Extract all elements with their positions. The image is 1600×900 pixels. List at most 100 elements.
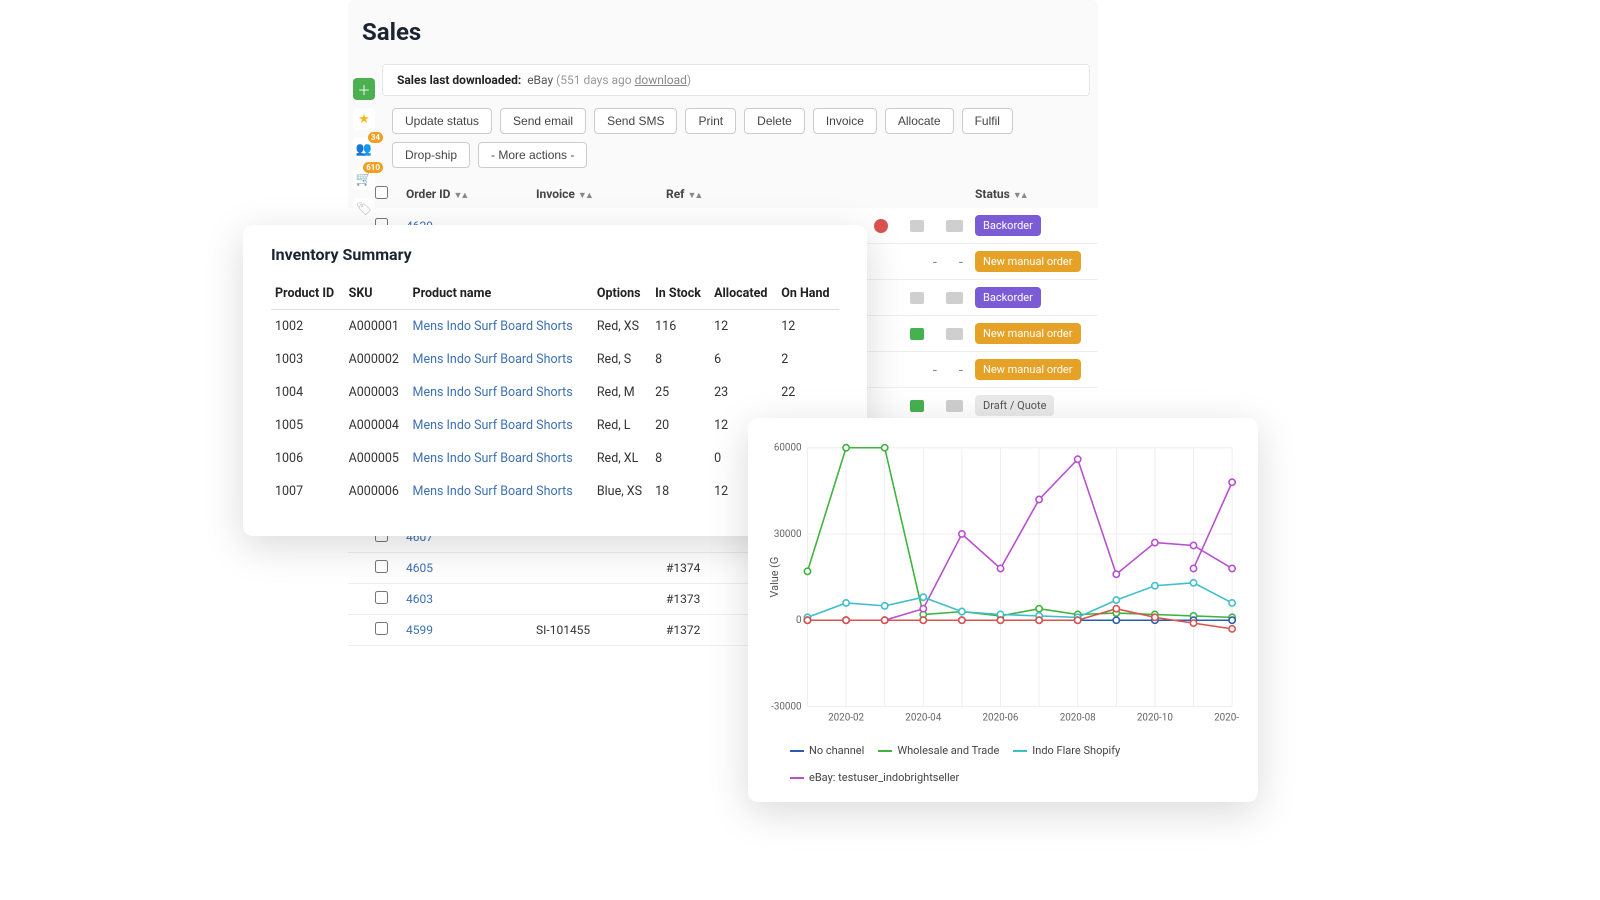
onhand-cell: 12 — [777, 310, 839, 344]
status-badge: New manual order — [975, 323, 1081, 344]
toolbar-button[interactable]: Send SMS — [594, 108, 677, 134]
alert-icon — [874, 219, 888, 233]
options-cell: Red, L — [593, 409, 651, 442]
download-link[interactable]: download — [635, 73, 687, 87]
box-icon — [910, 292, 924, 304]
legend-swatch-line — [790, 777, 804, 779]
product-link[interactable]: Mens Indo Surf Board Shorts — [413, 418, 573, 433]
legend-item[interactable]: Wholesale and Trade — [878, 744, 999, 757]
mini-sidebar: ＋ ★ 👥34 🛒610 🏷 — [349, 78, 379, 220]
product-link[interactable]: Mens Indo Surf Board Shorts — [413, 352, 573, 367]
allocated-cell: 12 — [710, 310, 777, 344]
row-checkbox[interactable] — [375, 591, 388, 604]
product-link[interactable]: Mens Indo Surf Board Shorts — [413, 319, 573, 334]
instock-cell: 18 — [651, 475, 710, 508]
svg-text:30000: 30000 — [774, 529, 802, 540]
pid-cell: 1003 — [271, 343, 345, 376]
page-title: Sales — [348, 0, 1098, 64]
legend-item[interactable]: Indo Flare Shopify — [1013, 744, 1120, 757]
svg-text:2020-10: 2020-10 — [1137, 712, 1173, 723]
instock-cell: 25 — [651, 376, 710, 409]
instock-cell: 20 — [651, 409, 710, 442]
pid-cell: 1005 — [271, 409, 345, 442]
sales-chart-card: -30000030000600002020-022020-042020-0620… — [748, 418, 1258, 802]
sidebar-star-button[interactable]: ★ — [353, 108, 375, 130]
truck-icon: - — [959, 253, 963, 271]
inventory-col: Allocated — [710, 278, 777, 310]
onhand-cell: 22 — [777, 376, 839, 409]
badge-count: 610 — [363, 162, 383, 173]
instock-cell: 8 — [651, 442, 710, 475]
product-link[interactable]: Mens Indo Surf Board Shorts — [413, 484, 573, 499]
col-ref[interactable]: Ref — [666, 187, 684, 201]
col-status[interactable]: Status — [975, 187, 1010, 201]
toolbar-button[interactable]: Send email — [500, 108, 586, 134]
row-checkbox[interactable] — [375, 622, 388, 635]
chart-legend: No channel Wholesale and Trade Indo Flare … — [766, 736, 1240, 784]
info-bar: Sales last downloaded: eBay (551 days ag… — [382, 64, 1090, 96]
last-meta-prefix: (551 days ago — [556, 73, 634, 87]
truck-icon — [946, 292, 963, 304]
inventory-col: Product name — [409, 278, 593, 310]
product-link[interactable]: Mens Indo Surf Board Shorts — [413, 451, 573, 466]
inventory-col: Product ID — [271, 278, 345, 310]
truck-icon — [946, 220, 963, 232]
legend-label: eBay: testuser_indobrightseller — [809, 771, 959, 784]
svg-text:0: 0 — [796, 615, 802, 626]
options-cell: Red, S — [593, 343, 651, 376]
sku-cell: A000001 — [345, 310, 409, 344]
legend-item[interactable]: No channel — [790, 744, 864, 757]
toolbar-button[interactable]: Print — [685, 108, 736, 134]
invoice-cell: SI-101455 — [536, 623, 666, 637]
row-checkbox[interactable] — [375, 560, 388, 573]
status-badge: Backorder — [975, 287, 1041, 308]
pid-cell: 1004 — [271, 376, 345, 409]
badge-count: 34 — [368, 132, 383, 143]
svg-text:Value (G: Value (G — [768, 557, 781, 598]
sku-cell: A000006 — [345, 475, 409, 508]
sort-icon: ▼▲ — [687, 191, 701, 201]
inventory-col: In Stock — [651, 278, 710, 310]
status-badge: Backorder — [975, 215, 1041, 236]
sidebar-cart-button[interactable]: 🛒610 — [353, 168, 375, 190]
order-link[interactable]: 4599 — [406, 623, 433, 637]
sidebar-user-button[interactable]: 👥34 — [353, 138, 375, 160]
options-cell: Red, XL — [593, 442, 651, 475]
pid-cell: 1006 — [271, 442, 345, 475]
line-chart: -30000030000600002020-022020-042020-0620… — [766, 436, 1240, 736]
toolbar-button[interactable]: Update status — [392, 108, 492, 134]
svg-text:2020-08: 2020-08 — [1060, 712, 1096, 723]
inventory-row: 1004A000003Mens Indo Surf Board ShortsRe… — [271, 376, 839, 409]
svg-text:60000: 60000 — [774, 443, 802, 454]
toolbar-button[interactable]: Drop-ship — [392, 142, 470, 168]
svg-text:2020-02: 2020-02 — [828, 712, 864, 723]
col-order[interactable]: Order ID — [406, 187, 450, 201]
inventory-row: 1003A000002Mens Indo Surf Board ShortsRe… — [271, 343, 839, 376]
options-cell: Blue, XS — [593, 475, 651, 508]
toolbar-button[interactable]: Fulfil — [962, 108, 1013, 134]
order-link[interactable]: 4603 — [406, 592, 433, 606]
toolbar-button[interactable]: Invoice — [813, 108, 877, 134]
sort-icon: ▼▲ — [578, 191, 592, 201]
sort-icon: ▼▲ — [453, 191, 467, 201]
options-cell: Red, M — [593, 376, 651, 409]
sidebar-plus-button[interactable]: ＋ — [353, 78, 375, 100]
sidebar-tag-button[interactable]: 🏷 — [353, 198, 375, 220]
box-icon — [910, 400, 924, 412]
legend-item[interactable]: eBay: testuser_indobrightseller — [790, 771, 959, 784]
product-link[interactable]: Mens Indo Surf Board Shorts — [413, 385, 573, 400]
toolbar-button[interactable]: - More actions - — [478, 142, 587, 168]
order-link[interactable]: 4605 — [406, 561, 433, 575]
toolbar-button[interactable]: Delete — [744, 108, 805, 134]
legend-swatch-line — [790, 750, 804, 752]
status-badge: Draft / Quote — [975, 395, 1054, 416]
toolbar-button[interactable]: Allocate — [885, 108, 954, 134]
last-meta-suffix: ) — [687, 73, 691, 87]
legend-label: Indo Flare Shopify — [1032, 744, 1120, 757]
col-invoice[interactable]: Invoice — [536, 187, 575, 201]
inventory-col: On Hand — [777, 278, 839, 310]
status-badge: New manual order — [975, 359, 1081, 380]
box-icon — [910, 328, 924, 340]
legend-label: No channel — [809, 744, 864, 757]
svg-text:-30000: -30000 — [771, 701, 801, 712]
